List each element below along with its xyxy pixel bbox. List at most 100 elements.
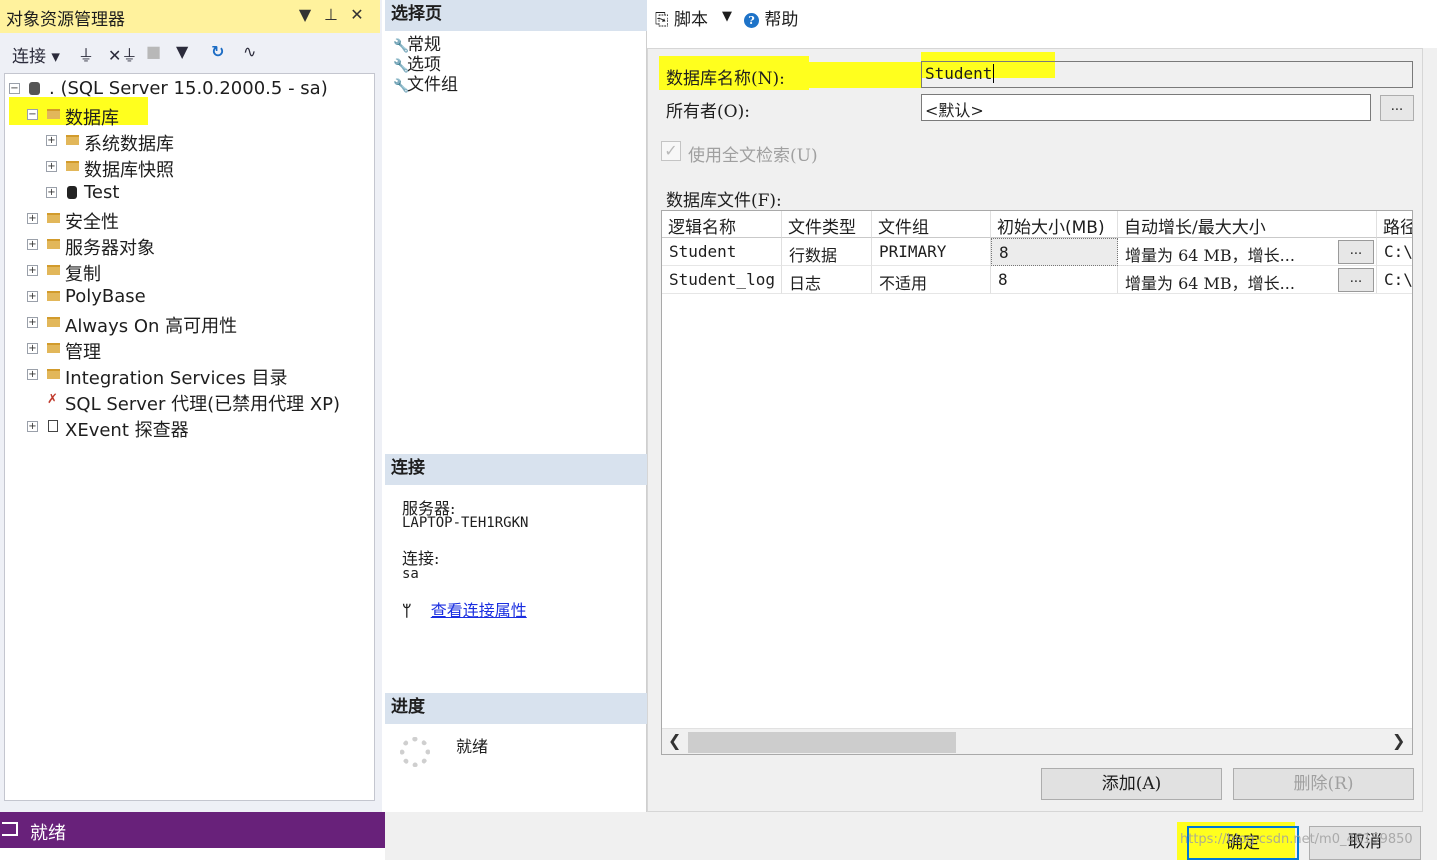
add-file-button[interactable]: 添加(A) bbox=[1041, 768, 1222, 800]
connect-dropdown-button[interactable]: 连接 ▾ bbox=[12, 42, 60, 67]
cell-logical-name[interactable]: Student bbox=[662, 238, 782, 266]
help-button[interactable]: ? 帮助 bbox=[744, 5, 798, 30]
tree-node-test-db[interactable]: + Test bbox=[46, 182, 246, 206]
stop-icon[interactable]: ■ bbox=[146, 42, 161, 61]
new-database-dialog: 选择页 🔧常规 🔧选项 🔧文件组 连接 服务器: LAPTOP-TEH1RGKN… bbox=[385, 0, 1437, 860]
object-explorer-panel: 对象资源管理器 ▼ ⊥ ✕ 连接 ▾ ⏚ ✕⏚ ■ ▼ ↻ ∿ − . (SQL… bbox=[0, 0, 382, 812]
cell-file-type[interactable]: 行数据 bbox=[782, 238, 872, 266]
folder-icon bbox=[47, 239, 60, 249]
cell-initial-size[interactable]: 8 bbox=[991, 238, 1118, 266]
cell-filegroup[interactable]: 不适用 bbox=[872, 266, 991, 294]
folder-icon bbox=[47, 291, 60, 301]
expand-icon[interactable]: + bbox=[46, 161, 57, 172]
progress-spinner-icon bbox=[400, 737, 430, 767]
column-header-file-type[interactable]: 文件类型 bbox=[782, 211, 872, 238]
expand-icon[interactable]: + bbox=[27, 343, 38, 354]
cell-file-type[interactable]: 日志 bbox=[782, 266, 872, 294]
script-dropdown-icon[interactable]: ▼ bbox=[722, 9, 732, 24]
horizontal-scrollbar[interactable]: ❮ ❯ bbox=[662, 728, 1412, 754]
scrollbar-thumb[interactable] bbox=[688, 732, 956, 753]
disconnect-icon[interactable]: ✕⏚ bbox=[108, 42, 137, 66]
column-header-path[interactable]: 路径 bbox=[1377, 211, 1412, 238]
fulltext-label: 使用全文检索(U) bbox=[688, 146, 818, 166]
script-icon: ⎘ bbox=[655, 10, 669, 30]
tree-node-label: XEvent 探查器 bbox=[65, 420, 189, 441]
activity-monitor-icon[interactable]: ∿ bbox=[243, 42, 256, 61]
db-name-label: 数据库名称(N): bbox=[666, 69, 785, 89]
expand-icon[interactable]: + bbox=[27, 369, 38, 380]
database-icon bbox=[67, 186, 77, 199]
refresh-icon[interactable]: ↻ bbox=[211, 42, 224, 61]
db-files-grid: 逻辑名称 文件类型 文件组 初始大小(MB) 自动增长/最大大小 路径 Stud… bbox=[661, 210, 1413, 755]
column-header-filegroup[interactable]: 文件组 bbox=[872, 211, 991, 238]
tree-node-security[interactable]: + 安全性 bbox=[27, 208, 327, 233]
help-icon: ? bbox=[744, 13, 759, 28]
tree-node-management[interactable]: + 管理 bbox=[27, 338, 327, 363]
remove-file-button[interactable]: 删除(R) bbox=[1233, 768, 1414, 800]
progress-status: 就绪 bbox=[456, 737, 489, 756]
cell-path[interactable]: C:\ bbox=[1377, 266, 1412, 294]
page-item-filegroups[interactable]: 🔧文件组 bbox=[393, 70, 458, 95]
scroll-right-icon[interactable]: ❯ bbox=[1392, 731, 1405, 750]
server-value: LAPTOP-TEH1RGKN bbox=[402, 515, 529, 531]
owner-input[interactable]: <默认> bbox=[921, 94, 1371, 121]
collapse-icon[interactable]: − bbox=[9, 83, 20, 94]
server-icon bbox=[29, 82, 40, 95]
column-header-autogrowth[interactable]: 自动增长/最大大小 bbox=[1118, 211, 1377, 238]
tree-node-polybase[interactable]: + PolyBase bbox=[27, 286, 327, 310]
script-button[interactable]: ⎘ 脚本 bbox=[655, 5, 708, 30]
column-header-logical-name[interactable]: 逻辑名称 bbox=[662, 211, 782, 238]
pin-icon[interactable]: ⊥ bbox=[321, 5, 341, 24]
cell-logical-name[interactable]: Student_log bbox=[662, 266, 782, 294]
close-icon[interactable]: ✕ bbox=[347, 5, 367, 24]
object-explorer-title: 对象资源管理器 bbox=[6, 10, 125, 30]
folder-icon bbox=[47, 317, 60, 327]
folder-icon bbox=[47, 213, 60, 223]
cell-initial-size[interactable]: 8 bbox=[991, 266, 1118, 294]
select-page-panel: 选择页 🔧常规 🔧选项 🔧文件组 连接 服务器: LAPTOP-TEH1RGKN… bbox=[385, 0, 647, 812]
connect-plug-icon[interactable]: ⏚ bbox=[78, 42, 94, 66]
tree-node-replication[interactable]: + 复制 bbox=[27, 260, 327, 285]
cell-path[interactable]: C:\ bbox=[1377, 238, 1412, 266]
autogrowth-edit-button[interactable]: ... bbox=[1338, 240, 1374, 264]
expand-icon[interactable]: + bbox=[27, 239, 38, 250]
tree-node-label: Integration Services 目录 bbox=[65, 368, 288, 389]
folder-icon bbox=[66, 135, 79, 145]
autogrowth-edit-button[interactable]: ... bbox=[1338, 268, 1374, 292]
tree-node-label: Test bbox=[84, 182, 120, 203]
connect-label: 连接 bbox=[12, 47, 46, 67]
expand-icon[interactable]: + bbox=[46, 187, 57, 198]
tree-node-integration-services[interactable]: + Integration Services 目录 bbox=[27, 364, 367, 389]
db-name-input[interactable]: Student bbox=[921, 61, 1413, 88]
folder-icon bbox=[47, 369, 60, 379]
expand-icon[interactable]: + bbox=[27, 421, 38, 432]
tree-node-server-objects[interactable]: + 服务器对象 bbox=[27, 234, 327, 259]
expand-icon[interactable]: + bbox=[27, 291, 38, 302]
expand-icon[interactable]: + bbox=[27, 265, 38, 276]
filter-icon[interactable]: ▼ bbox=[176, 42, 188, 61]
tree-node-system-databases[interactable]: + 系统数据库 bbox=[46, 130, 246, 155]
tree-node-label: SQL Server 代理(已禁用代理 XP) bbox=[65, 394, 341, 415]
tree-node-label: . (SQL Server 15.0.2000.5 - sa) bbox=[49, 78, 328, 99]
folder-icon bbox=[47, 343, 60, 353]
expand-icon[interactable]: + bbox=[27, 317, 38, 328]
column-header-initial-size[interactable]: 初始大小(MB) bbox=[991, 211, 1118, 238]
tree-node-label: 系统数据库 bbox=[84, 134, 174, 155]
panel-dropdown-icon[interactable]: ▼ bbox=[295, 5, 315, 24]
tree-node-always-on[interactable]: + Always On 高可用性 bbox=[27, 312, 347, 337]
expand-icon[interactable]: + bbox=[46, 135, 57, 146]
collapse-icon[interactable]: − bbox=[27, 109, 38, 120]
view-connection-properties-link[interactable]: 查看连接属性 bbox=[431, 601, 527, 620]
expand-icon[interactable]: + bbox=[27, 213, 38, 224]
tree-node-databases[interactable]: − 数据库 bbox=[27, 104, 227, 129]
cell-filegroup[interactable]: PRIMARY bbox=[872, 238, 991, 266]
owner-browse-button[interactable]: ... bbox=[1380, 95, 1414, 121]
watermark-text: https://blog.csdn.net/m0_46159850 bbox=[1180, 832, 1413, 847]
scroll-left-icon[interactable]: ❮ bbox=[668, 731, 681, 750]
progress-header: 进度 bbox=[385, 693, 647, 724]
tree-node-snapshots[interactable]: + 数据库快照 bbox=[46, 156, 246, 181]
fulltext-checkbox[interactable]: ✓ bbox=[661, 141, 681, 161]
tree-node-agent[interactable]: ✗ SQL Server 代理(已禁用代理 XP) bbox=[27, 390, 372, 415]
status-bar: 就绪 bbox=[0, 812, 386, 848]
tree-node-xevent[interactable]: + XEvent 探查器 bbox=[27, 416, 327, 441]
